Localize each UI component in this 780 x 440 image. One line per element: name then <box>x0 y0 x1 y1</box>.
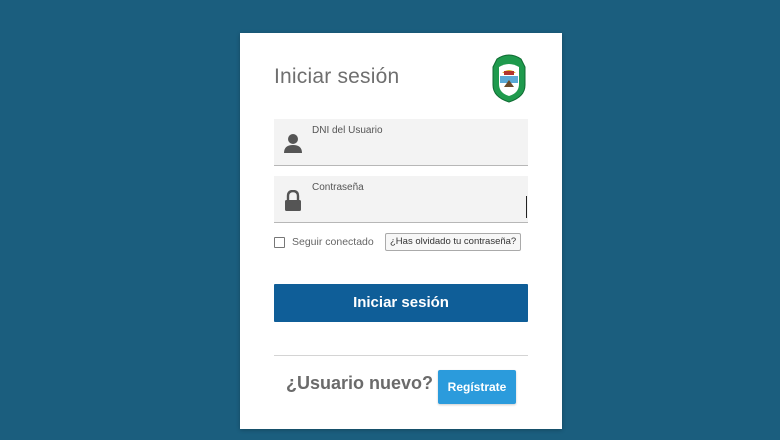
dni-field[interactable]: DNI del Usuario <box>274 119 528 166</box>
text-cursor <box>526 196 527 218</box>
password-field[interactable]: Contraseña <box>274 176 528 223</box>
dni-field-label: DNI del Usuario <box>312 125 383 136</box>
remember-label: Seguir conectado <box>292 236 374 248</box>
province-crest-icon <box>492 54 526 103</box>
page-title: Iniciar sesión <box>274 65 400 88</box>
lock-icon <box>285 190 301 211</box>
new-user-prompt: ¿Usuario nuevo? <box>286 373 434 393</box>
login-card: Iniciar sesión DNI del Usuario Contraseñ… <box>240 33 562 429</box>
password-field-label: Contraseña <box>312 182 364 193</box>
remember-me[interactable]: Seguir conectado <box>274 236 374 248</box>
register-button[interactable]: Regístrate <box>438 370 516 404</box>
user-icon <box>284 134 302 153</box>
divider <box>274 355 528 356</box>
forgot-password-button[interactable]: ¿Has olvidado tu contraseña? <box>385 233 522 251</box>
login-button[interactable]: Iniciar sesión <box>274 284 528 322</box>
remember-checkbox[interactable] <box>274 236 285 248</box>
